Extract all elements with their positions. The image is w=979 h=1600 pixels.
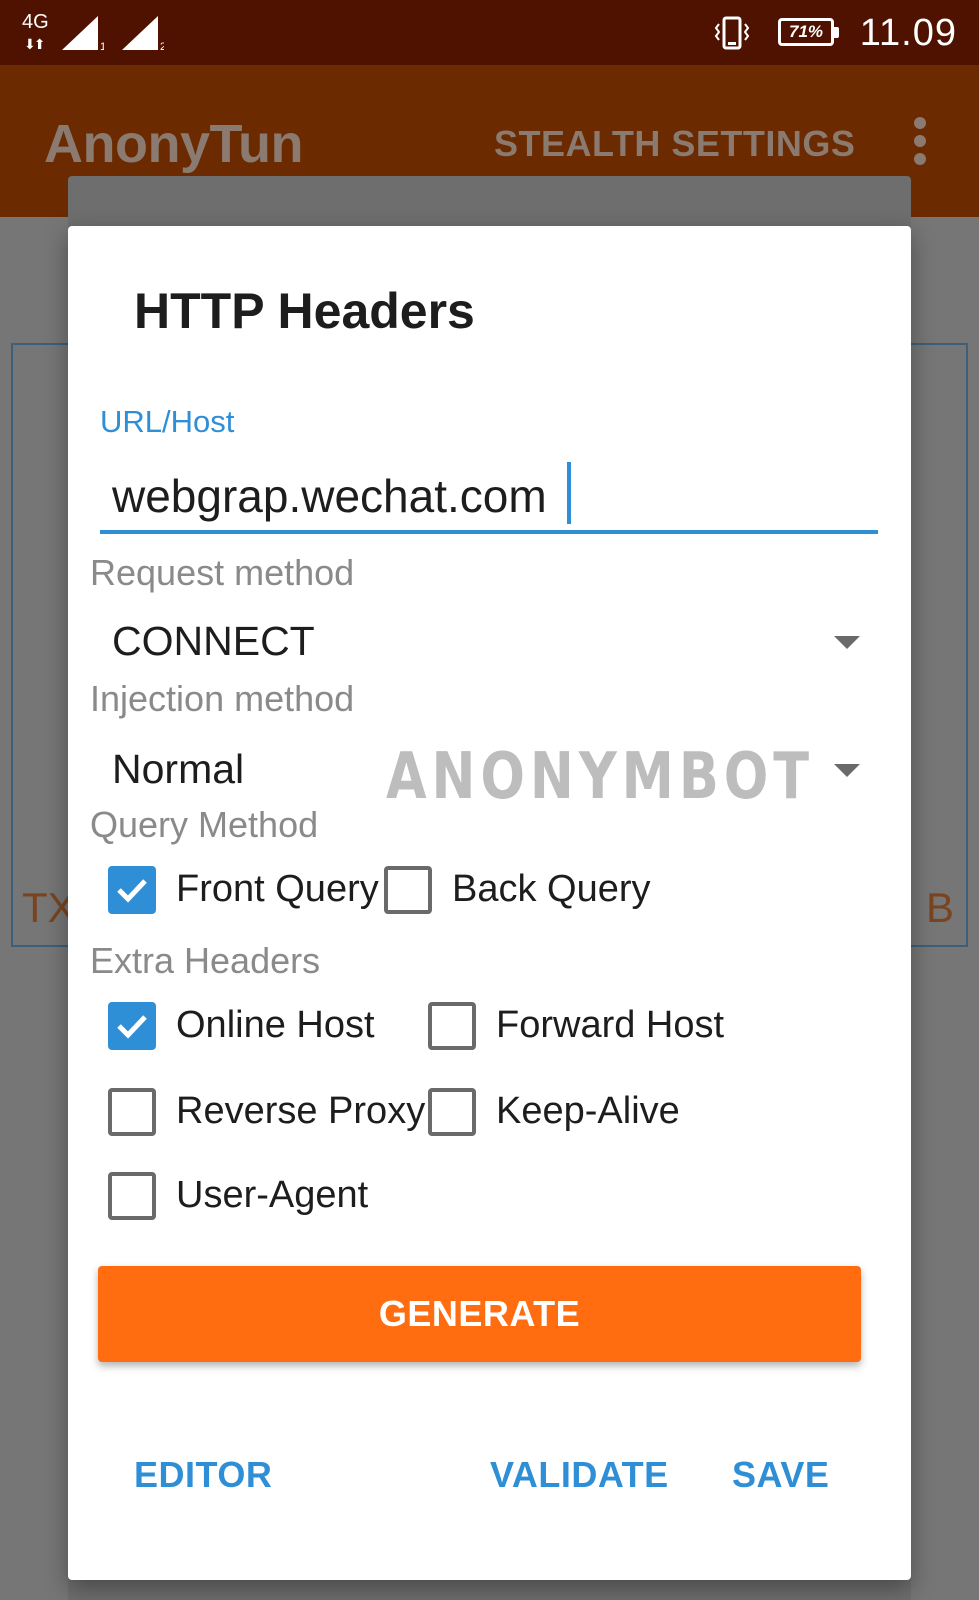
svg-text:1: 1 <box>100 41 104 50</box>
request-method-value: CONNECT <box>112 618 315 664</box>
dialog-title: HTTP Headers <box>134 283 475 339</box>
save-button[interactable]: SAVE <box>732 1454 829 1496</box>
signal-icon-sim2: 2 <box>122 16 164 50</box>
query-method-label: Query Method <box>90 804 319 845</box>
checkbox-unchecked-icon <box>108 1172 156 1220</box>
extra-headers-label: Extra Headers <box>90 940 321 981</box>
more-vert-icon[interactable] <box>908 117 932 165</box>
stealth-settings-button[interactable]: STEALTH SETTINGS <box>494 123 855 165</box>
svg-text:2: 2 <box>160 41 164 50</box>
checkbox-unchecked-icon <box>108 1088 156 1136</box>
checkbox-unchecked-icon <box>384 866 432 914</box>
online-host-label: Online Host <box>176 1004 375 1046</box>
app-title: AnonyTun <box>44 114 303 174</box>
checkbox-checked-icon <box>108 1002 156 1050</box>
http-headers-dialog: HTTP Headers URL/Host Request method CON… <box>68 226 911 1580</box>
checkbox-unchecked-icon <box>428 1088 476 1136</box>
front-query-label: Front Query <box>176 868 379 910</box>
keep-alive-label: Keep-Alive <box>496 1090 680 1132</box>
dropdown-arrow-icon <box>834 764 860 777</box>
checkbox-unchecked-icon <box>428 1002 476 1050</box>
injection-method-label: Injection method <box>90 678 355 719</box>
clock: 11.09 <box>859 12 957 54</box>
generate-button[interactable]: GENERATE <box>98 1266 861 1362</box>
back-query-label: Back Query <box>452 868 651 910</box>
background-b-label: B <box>926 884 955 931</box>
request-method-label: Request method <box>90 552 355 593</box>
text-cursor <box>567 462 571 524</box>
forward-host-label: Forward Host <box>496 1004 725 1046</box>
request-method-dropdown[interactable]: CONNECT <box>90 608 868 678</box>
injection-method-value: Normal <box>112 746 245 792</box>
battery-icon: 71% <box>778 18 839 46</box>
url-host-label: URL/Host <box>100 404 235 439</box>
signal-icon-sim1: 1 <box>62 16 104 50</box>
url-host-input[interactable] <box>100 462 878 534</box>
status-bar: 4G ⬇⬆ 1 2 71% 11.09 <box>0 0 979 65</box>
checkbox-checked-icon <box>108 866 156 914</box>
vibrate-icon <box>714 15 750 51</box>
reverse-proxy-label: Reverse Proxy <box>176 1090 426 1132</box>
network-type: 4G <box>22 11 49 33</box>
editor-button[interactable]: EDITOR <box>134 1454 272 1496</box>
user-agent-label: User-Agent <box>176 1174 369 1216</box>
watermark: ANONYMBOT <box>386 740 814 814</box>
validate-button[interactable]: VALIDATE <box>490 1454 669 1496</box>
data-activity-icon: ⬇⬆ <box>24 36 46 52</box>
dropdown-arrow-icon <box>834 636 860 649</box>
